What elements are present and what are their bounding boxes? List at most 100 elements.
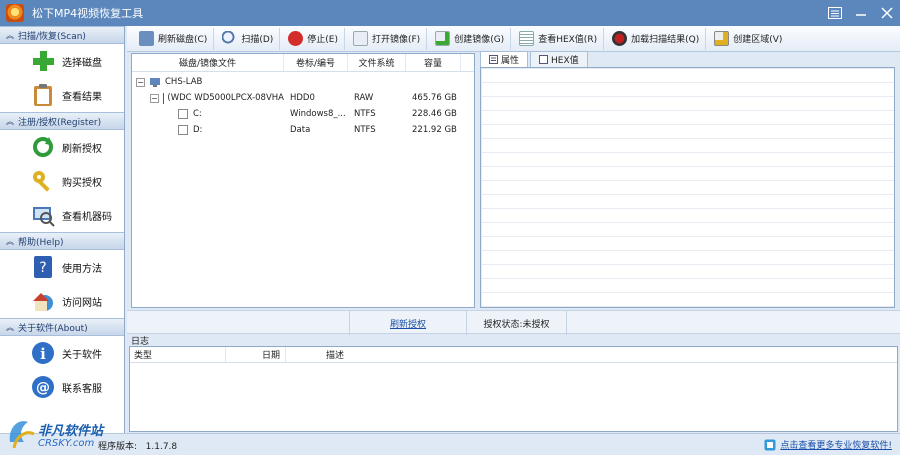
partition-fs: NTFS bbox=[354, 125, 376, 135]
disk-size: 465.76 GB bbox=[412, 93, 457, 103]
partition-size: 221.92 GB bbox=[412, 125, 457, 135]
table-row[interactable]: − (WDC WD5000LPCX-08VHA HDD0 RAW 465.76 … bbox=[132, 90, 474, 106]
view-hex-button[interactable]: 查看HEX值(R) bbox=[513, 27, 605, 50]
promo-text: 点击查看更多专业恢复软件! bbox=[780, 441, 892, 451]
sidebar-item-usage[interactable]: ? 使用方法 bbox=[0, 250, 124, 284]
window-title: 松下MP4视频恢复工具 bbox=[32, 7, 144, 20]
create-image-icon bbox=[435, 31, 451, 46]
disk-list-panel: 磁盘/镜像文件 卷标/编号 文件系统 容量 − CHS-LAB − (WDC W… bbox=[131, 53, 475, 308]
sidebar-item-view-results[interactable]: 查看结果 bbox=[0, 78, 124, 112]
close-icon[interactable] bbox=[874, 0, 900, 26]
tree-root-row[interactable]: − CHS-LAB bbox=[132, 74, 474, 90]
tab-hex[interactable]: HEX值 bbox=[530, 51, 588, 67]
svg-text:@: @ bbox=[36, 380, 50, 396]
tab-label: 属性 bbox=[501, 56, 520, 66]
refresh-license-link[interactable]: 刷新授权 bbox=[349, 311, 467, 335]
create-image-button[interactable]: 创建镜像(G) bbox=[429, 27, 512, 50]
group-header-label: 帮助(Help) bbox=[18, 237, 64, 248]
open-image-icon bbox=[352, 31, 368, 46]
sidebar-item-refresh-license[interactable]: 刷新授权 bbox=[0, 130, 124, 164]
toolbar: 刷新磁盘(C) 扫描(D) 停止(E) 打开镜像(F) 创建镜像(G) 查看HE… bbox=[127, 26, 900, 52]
stop-button[interactable]: 停止(E) bbox=[282, 27, 345, 50]
sidebar-item-about[interactable]: i 关于软件 bbox=[0, 336, 124, 370]
sidebar-item-label: 查看结果 bbox=[62, 91, 102, 103]
table-row[interactable]: D: Data NTFS 221.92 GB bbox=[132, 122, 474, 138]
table-row[interactable]: C: Windows8_... NTFS 228.46 GB bbox=[132, 106, 474, 122]
hard-disk-icon bbox=[162, 92, 164, 104]
partition-label: Windows8_... bbox=[290, 109, 346, 119]
group-header-register[interactable]: ︽ 注册/授权(Register) bbox=[0, 112, 124, 130]
sidebar-item-label: 查看机器码 bbox=[62, 211, 112, 223]
menu-icon[interactable] bbox=[822, 0, 848, 26]
sidebar-item-contact[interactable]: @ 联系客服 bbox=[0, 370, 124, 404]
hex-icon bbox=[519, 31, 535, 46]
chevron-up-icon: ︽ bbox=[6, 236, 14, 246]
col-header-date[interactable]: 日期 bbox=[226, 347, 286, 362]
col-header-type[interactable]: 类型 bbox=[130, 347, 226, 362]
stop-icon bbox=[288, 31, 304, 46]
plus-icon bbox=[30, 48, 56, 74]
col-header-description[interactable]: 描述 bbox=[286, 347, 886, 362]
refresh-icon bbox=[30, 134, 56, 160]
minimize-icon[interactable] bbox=[848, 0, 874, 26]
watermark-title: 非凡软件站 bbox=[38, 424, 104, 439]
load-scan-result-button[interactable]: 加载扫描结果(Q) bbox=[606, 27, 707, 50]
at-sign-icon: @ bbox=[30, 374, 56, 400]
disk-fs: RAW bbox=[354, 93, 374, 103]
watermark-subtitle: CRSKY.com bbox=[38, 438, 95, 449]
refresh-disk-icon bbox=[139, 31, 154, 46]
key-icon bbox=[30, 168, 56, 194]
license-status-strip: 刷新授权 授权状态:未授权 bbox=[127, 310, 900, 335]
col-header-label[interactable]: 卷标/编号 bbox=[284, 54, 348, 71]
properties-icon bbox=[489, 55, 498, 64]
property-grid[interactable] bbox=[480, 67, 895, 308]
sidebar-item-label: 选择磁盘 bbox=[62, 57, 102, 69]
tab-label: HEX值 bbox=[551, 56, 579, 66]
tab-properties[interactable]: 属性 bbox=[480, 51, 529, 67]
partition-checkbox[interactable] bbox=[178, 125, 188, 135]
col-header-fs[interactable]: 文件系统 bbox=[348, 54, 406, 71]
sidebar-item-buy-license[interactable]: 购买授权 bbox=[0, 164, 124, 198]
partition-name: C: bbox=[193, 109, 202, 119]
disk-label: HDD0 bbox=[290, 93, 315, 103]
button-label: 刷新磁盘(C) bbox=[158, 35, 208, 45]
button-label: 加载扫描结果(Q) bbox=[631, 35, 700, 45]
sidebar-item-label: 访问网站 bbox=[62, 297, 102, 309]
group-header-about[interactable]: ︽ 关于软件(About) bbox=[0, 318, 124, 336]
sidebar-item-select-disk[interactable]: 选择磁盘 bbox=[0, 44, 124, 78]
info-icon: i bbox=[30, 340, 56, 366]
group-header-scan[interactable]: ︽ 扫描/恢复(Scan) bbox=[0, 26, 124, 44]
sidebar-item-visit-website[interactable]: 访问网站 bbox=[0, 284, 124, 318]
partition-checkbox[interactable] bbox=[178, 109, 188, 119]
hex-tab-icon bbox=[539, 55, 549, 64]
chevron-up-icon: ︽ bbox=[6, 116, 14, 126]
sidebar: ︽ 扫描/恢复(Scan) 选择磁盘 查看结果 ︽ 注册/授权(Register) … bbox=[0, 26, 125, 433]
title-bar: 松下MP4视频恢复工具 bbox=[0, 0, 900, 26]
open-image-button[interactable]: 打开镜像(F) bbox=[347, 27, 428, 50]
promo-link[interactable]: 点击查看更多专业恢复软件! bbox=[764, 438, 892, 451]
computer-icon bbox=[150, 77, 160, 87]
scan-button[interactable]: 扫描(D) bbox=[216, 27, 281, 50]
button-label: 停止(E) bbox=[307, 35, 338, 45]
create-region-button[interactable]: 创建区域(V) bbox=[708, 28, 788, 50]
log-table-header: 类型 日期 描述 bbox=[130, 347, 897, 363]
button-label: 打开镜像(F) bbox=[371, 35, 421, 45]
collapse-toggle-icon[interactable]: − bbox=[136, 77, 145, 87]
sidebar-item-machine-code[interactable]: 查看机器码 bbox=[0, 198, 124, 232]
refresh-disk-button[interactable]: 刷新磁盘(C) bbox=[133, 27, 215, 50]
col-header-disk[interactable]: 磁盘/镜像文件 bbox=[132, 54, 284, 71]
properties-panel: 属性 HEX值 bbox=[480, 51, 895, 308]
computer-search-icon bbox=[30, 202, 56, 228]
group-header-help[interactable]: ︽ 帮助(Help) bbox=[0, 232, 124, 250]
button-label: 创建镜像(G) bbox=[454, 35, 505, 45]
button-label: 查看HEX值(R) bbox=[538, 35, 598, 45]
create-region-icon bbox=[714, 31, 730, 46]
col-header-size[interactable]: 容量 bbox=[406, 54, 461, 71]
group-header-label: 注册/授权(Register) bbox=[18, 117, 102, 128]
svg-text:?: ? bbox=[39, 260, 46, 276]
button-label: 创建区域(V) bbox=[733, 35, 783, 45]
collapse-toggle-icon[interactable]: − bbox=[150, 93, 159, 103]
log-panel[interactable]: 类型 日期 描述 bbox=[129, 346, 898, 432]
tree-root-label: CHS-LAB bbox=[165, 77, 203, 87]
home-globe-icon bbox=[30, 288, 56, 314]
